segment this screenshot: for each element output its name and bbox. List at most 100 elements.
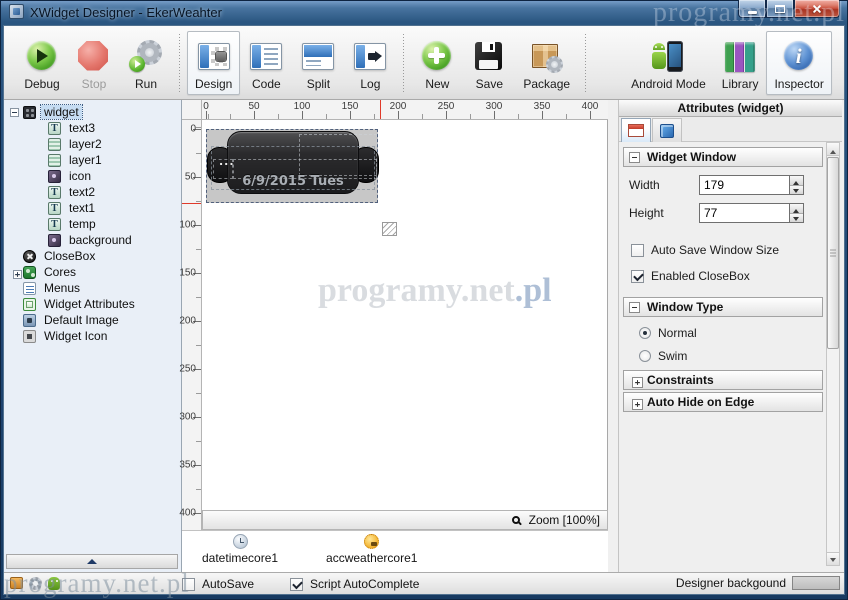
- design-canvas-region: 050100150200250300350400 050100150200250…: [182, 100, 608, 572]
- autosave-checkbox[interactable]: AutoSave: [182, 577, 254, 591]
- toolbar-button-label: Code: [252, 77, 281, 91]
- android-button[interactable]: Android Mode: [623, 31, 714, 95]
- tree-item-text1[interactable]: Ttext1: [4, 200, 181, 216]
- minimize-button[interactable]: [738, 0, 766, 18]
- debug-icon: [24, 39, 60, 75]
- spinner[interactable]: [789, 175, 804, 195]
- radio-icon[interactable]: [639, 327, 651, 339]
- title-bar[interactable]: XWidget Designer - EkerWeahter programy.…: [0, 0, 848, 24]
- checkbox-icon[interactable]: [631, 244, 644, 257]
- tree-item-layer2[interactable]: layer2: [4, 136, 181, 152]
- design-canvas[interactable]: programy.net.pl ... 6/9/2015 Tues: [202, 120, 608, 510]
- clock-icon: [233, 534, 248, 549]
- expand-icon[interactable]: [632, 399, 643, 410]
- new-button[interactable]: New: [411, 31, 463, 95]
- core-datetimecore1[interactable]: datetimecore1: [202, 534, 278, 565]
- code-icon: [248, 39, 284, 75]
- save-button[interactable]: Save: [463, 31, 515, 95]
- field-value[interactable]: 77: [699, 203, 789, 223]
- ruler-label: 250: [438, 101, 455, 112]
- tree-item-text2[interactable]: Ttext2: [4, 184, 181, 200]
- toolbar-separator: [403, 34, 404, 92]
- tree-item-cores[interactable]: Cores: [4, 264, 181, 280]
- design-button[interactable]: Design: [187, 31, 240, 95]
- attributes-scrollbar[interactable]: [826, 142, 840, 566]
- scroll-up-icon[interactable]: [827, 143, 839, 156]
- designer-background-swatch[interactable]: [792, 576, 840, 590]
- group-header-auto-hide-on-edge[interactable]: Auto Hide on Edge: [623, 392, 823, 412]
- attributes-content: Widget Window Width179Height77 Auto Save…: [619, 142, 825, 572]
- checkbox-icon[interactable]: [631, 270, 644, 283]
- checkbox-enabled-closebox[interactable]: Enabled CloseBox: [631, 269, 825, 283]
- expand-icon[interactable]: [13, 270, 22, 279]
- expand-icon[interactable]: [632, 377, 643, 388]
- collapse-icon[interactable]: [629, 152, 640, 163]
- library-button[interactable]: Library: [714, 31, 767, 95]
- ruler-label: 350: [534, 101, 551, 112]
- package-button[interactable]: Package: [515, 31, 578, 95]
- group-header-window-type[interactable]: Window Type: [623, 297, 823, 317]
- zoom-bar[interactable]: Zoom [100%]: [202, 510, 608, 530]
- ruler-label: 0: [203, 101, 209, 112]
- widget-selection[interactable]: ... 6/9/2015 Tues: [206, 129, 378, 203]
- collapse-icon[interactable]: [629, 302, 640, 313]
- selection-resize-handle[interactable]: [382, 222, 397, 236]
- radio-icon[interactable]: [639, 350, 651, 362]
- checkbox-icon[interactable]: [182, 578, 195, 591]
- log-button[interactable]: Log: [344, 31, 396, 95]
- spin-down-icon[interactable]: [790, 186, 803, 195]
- group-header-constraints[interactable]: Constraints: [623, 370, 823, 390]
- scroll-down-icon[interactable]: [827, 552, 839, 565]
- attributes-title: Attributes (widget): [619, 100, 842, 117]
- cores-strip: datetimecore1 accweathercore1: [182, 530, 608, 572]
- tree-item-widget-attributes[interactable]: Widget Attributes: [4, 296, 181, 312]
- tree-item-icon[interactable]: icon: [4, 168, 181, 184]
- spin-up-icon[interactable]: [790, 204, 803, 214]
- script-autocomplete-checkbox[interactable]: Script AutoComplete: [290, 577, 419, 591]
- inspector-button[interactable]: iInspector: [766, 31, 831, 95]
- tree-item-label: Widget Icon: [41, 329, 110, 343]
- tab-widget-window[interactable]: [621, 118, 651, 142]
- tree-item-label: Cores: [41, 265, 79, 279]
- scrollbar-thumb[interactable]: [827, 157, 839, 349]
- tree-item-background[interactable]: background: [4, 232, 181, 248]
- tree-item-temp[interactable]: Ttemp: [4, 216, 181, 232]
- checkbox-icon[interactable]: [290, 578, 303, 591]
- tree-item-text3[interactable]: Ttext3: [4, 120, 181, 136]
- maximize-icon: [775, 5, 785, 13]
- watermark-canvas: programy.net.pl: [318, 272, 552, 310]
- maximize-button[interactable]: [766, 0, 794, 18]
- ruler-label: 400: [179, 508, 196, 519]
- radio-swim[interactable]: Swim: [639, 349, 825, 363]
- tab-objects[interactable]: [652, 118, 682, 142]
- split-button[interactable]: Split: [292, 31, 344, 95]
- spin-down-icon[interactable]: [790, 214, 803, 223]
- field-value[interactable]: 179: [699, 175, 789, 195]
- width-input[interactable]: 179: [699, 175, 804, 195]
- stop-button[interactable]: Stop: [68, 31, 120, 95]
- log-icon: [352, 39, 388, 75]
- spin-up-icon[interactable]: [790, 176, 803, 186]
- spinner[interactable]: [789, 203, 804, 223]
- collapse-icon[interactable]: [10, 108, 19, 117]
- height-input[interactable]: 77: [699, 203, 804, 223]
- group-header-widget-window[interactable]: Widget Window: [623, 147, 823, 167]
- radio-label: Normal: [658, 326, 697, 340]
- tree-item-widget-icon[interactable]: Widget Icon: [4, 328, 181, 344]
- tree-item-layer1[interactable]: layer1: [4, 152, 181, 168]
- tree-item-label: layer1: [66, 153, 105, 167]
- run-button[interactable]: Run: [120, 31, 172, 95]
- tree-item-default-image[interactable]: Default Image: [4, 312, 181, 328]
- core-accweathercore1[interactable]: accweathercore1: [326, 534, 417, 565]
- checkbox-auto-save-window-size[interactable]: Auto Save Window Size: [631, 243, 825, 257]
- code-button[interactable]: Code: [240, 31, 292, 95]
- debug-button[interactable]: Debug: [16, 31, 68, 95]
- tree-collapse-handle[interactable]: [6, 554, 178, 569]
- tree-item-widget[interactable]: widget: [4, 104, 181, 120]
- text-icon: T: [48, 122, 61, 135]
- radio-normal[interactable]: Normal: [639, 326, 825, 340]
- close-button[interactable]: [794, 0, 840, 18]
- tree-item-closebox[interactable]: CloseBox: [4, 248, 181, 264]
- toolbar-button-label: Package: [523, 77, 570, 91]
- tree-item-menus[interactable]: Menus: [4, 280, 181, 296]
